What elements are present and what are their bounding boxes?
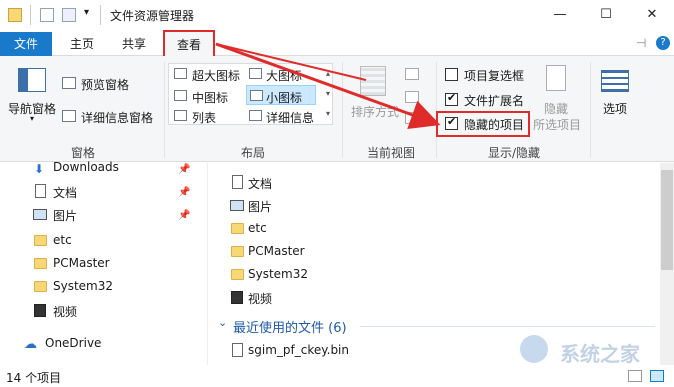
folder-icon	[34, 258, 47, 269]
nav-item-etc[interactable]: etc	[53, 233, 72, 247]
arrow-line	[215, 43, 367, 81]
document-icon	[232, 175, 243, 189]
large-icons-view-icon[interactable]	[650, 370, 664, 382]
list-item[interactable]: PCMaster	[248, 244, 305, 258]
list-item[interactable]: sgim_pf_ckey.bin	[248, 343, 349, 357]
list-item[interactable]: etc	[248, 221, 267, 235]
videos-icon	[34, 304, 46, 317]
watermark-logo	[520, 335, 548, 363]
document-icon	[35, 184, 46, 198]
details-view-icon[interactable]	[628, 370, 642, 382]
download-icon: ⬇	[34, 162, 45, 176]
nav-item-documents[interactable]: 文档	[53, 184, 77, 201]
nav-item-pictures[interactable]: 图片	[53, 207, 77, 224]
nav-item-downloads[interactable]: Downloads	[53, 160, 119, 174]
folder-icon	[34, 235, 47, 246]
file-icon	[232, 343, 243, 357]
list-item[interactable]: 视频	[248, 290, 272, 307]
nav-item-pcmaster[interactable]: PCMaster	[53, 256, 110, 270]
group-header-recent[interactable]: 最近使用的文件 (6)	[233, 317, 347, 336]
folder-icon	[231, 269, 244, 280]
pictures-icon	[33, 209, 47, 220]
nav-item-system32[interactable]: System32	[53, 279, 113, 293]
list-item[interactable]: 图片	[248, 198, 272, 215]
list-item[interactable]: 文档	[248, 175, 272, 192]
arrow-line	[215, 42, 441, 129]
folder-icon	[231, 223, 244, 234]
divider	[360, 326, 655, 327]
pin-icon[interactable]: 📌	[178, 164, 190, 175]
scrollbar-thumb[interactable]	[661, 170, 673, 270]
nav-item-videos[interactable]: 视频	[53, 303, 77, 320]
chevron-down-icon[interactable]: ⌄	[218, 316, 227, 329]
pictures-icon	[230, 200, 244, 211]
nav-item-onedrive[interactable]: OneDrive	[45, 336, 101, 350]
status-bar	[0, 365, 674, 387]
videos-icon	[231, 291, 243, 304]
pin-icon[interactable]: 📌	[178, 210, 190, 221]
folder-icon	[34, 281, 47, 292]
pin-icon[interactable]: 📌	[178, 187, 190, 198]
divider	[207, 163, 208, 365]
watermark-text: 系统之家	[560, 342, 640, 366]
folder-icon	[231, 246, 244, 257]
item-count: 14 个项目	[6, 371, 62, 385]
cloud-icon: ☁	[24, 337, 37, 352]
list-item[interactable]: System32	[248, 267, 308, 281]
